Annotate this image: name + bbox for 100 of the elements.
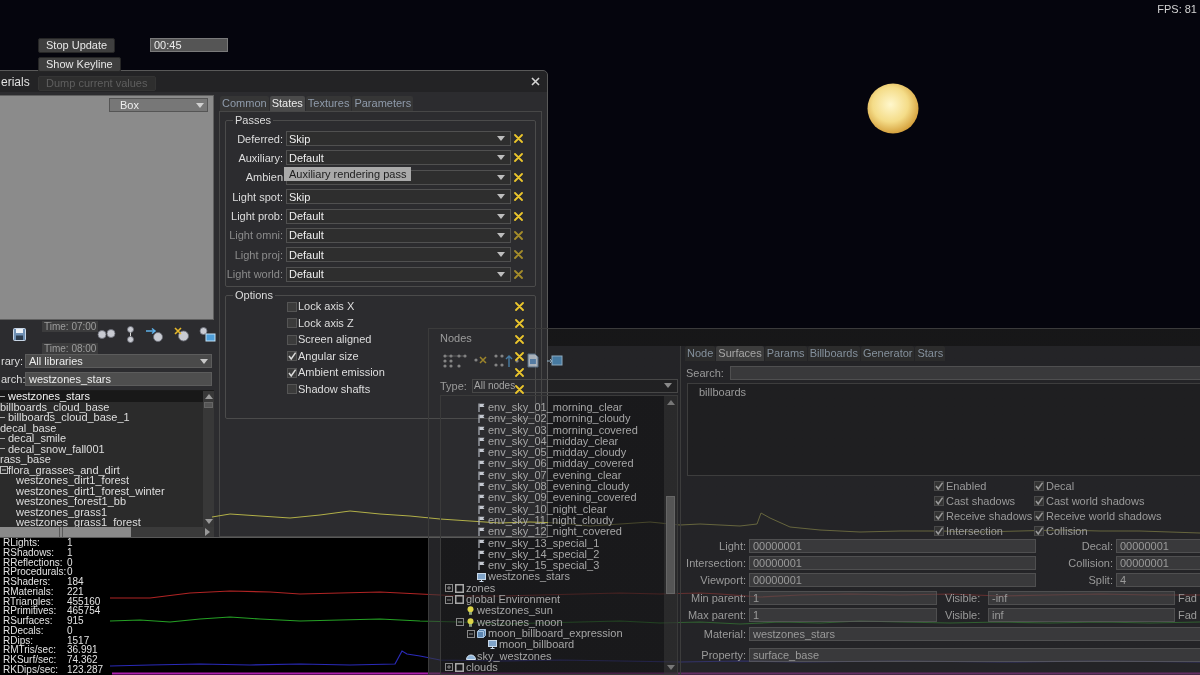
cross-icon[interactable] (514, 192, 523, 202)
tree-item[interactable]: env_sky_06_midday_covered (444, 458, 664, 470)
node-arrows-icon[interactable] (494, 352, 520, 368)
input-field[interactable]: surface_base (749, 648, 1200, 662)
cross-icon[interactable] (515, 335, 524, 345)
tree-item[interactable]: moon_billboard_expression (444, 627, 664, 640)
checkbox-icon[interactable] (1034, 510, 1044, 521)
arrow-down-icon[interactable] (666, 664, 675, 671)
arrow-down-icon[interactable] (204, 518, 213, 525)
shape-dropdown[interactable]: Box (109, 98, 208, 112)
minus-box-icon[interactable] (466, 629, 475, 638)
scrollbar-thumb[interactable] (204, 402, 213, 408)
linked-spheres-icon[interactable] (125, 325, 136, 343)
tree-item[interactable]: rass_base (0, 454, 203, 465)
scrollbar[interactable] (203, 391, 214, 527)
minus-box-icon[interactable] (0, 465, 8, 474)
input-field[interactable]: 00000001 (749, 539, 1036, 553)
tree-item[interactable]: env_sky_13_special_1 (444, 537, 664, 549)
cross-icon[interactable] (514, 250, 523, 260)
scrollbar[interactable] (664, 396, 677, 674)
cross-icon[interactable] (515, 318, 524, 328)
tree-item[interactable]: env_sky_03_morning_covered (444, 424, 664, 436)
input-field[interactable]: 00000001 (1116, 556, 1200, 570)
checkbox[interactable]: Receive shadows (934, 509, 1033, 522)
library-dropdown[interactable]: All libraries (25, 354, 212, 368)
checkbox-icon[interactable] (934, 525, 944, 536)
close-button[interactable] (529, 75, 542, 88)
tree-item[interactable]: env_sky_02_morning_cloudy (444, 413, 664, 425)
tree-item[interactable]: westzones_dirt1_forest_winter (0, 485, 203, 496)
tree-item[interactable]: moon_billboard (444, 639, 664, 651)
checkbox[interactable]: Shadow shafts (287, 383, 371, 395)
checkbox[interactable]: Receive world shadows (1034, 509, 1162, 522)
scrollbar[interactable] (0, 527, 214, 537)
save-icon[interactable] (13, 327, 26, 341)
node-box-icon[interactable] (546, 352, 563, 368)
scrollbar-thumb[interactable] (0, 527, 131, 537)
plus-box-icon[interactable] (444, 663, 453, 672)
checkbox[interactable]: Collision (1034, 524, 1088, 537)
tree-item[interactable]: env_sky_09_evening_covered (444, 492, 664, 504)
time-button[interactable]: Time: 07:00 (42, 321, 99, 332)
tree-item[interactable]: westzones_forest1_bb (0, 496, 203, 507)
input-field[interactable]: 00000001 (749, 573, 1036, 587)
cross-icon[interactable] (514, 269, 523, 279)
tree-item[interactable]: env_sky_11_night_cloudy (444, 514, 664, 527)
tree-item[interactable]: westzones_stars (0, 391, 203, 402)
arrow-up-icon[interactable] (204, 393, 213, 400)
tab[interactable]: Surfaces (716, 346, 764, 361)
cross-icon[interactable] (514, 153, 523, 163)
checkbox-icon[interactable] (934, 480, 944, 491)
cross-icon[interactable] (514, 134, 523, 143)
spheres-icon[interactable] (97, 329, 116, 339)
time-field[interactable]: 00:45 (150, 38, 228, 52)
checkbox-icon[interactable] (934, 495, 944, 506)
tree-item[interactable]: zones (444, 582, 664, 595)
tree-item[interactable]: env_sky_10_night_clear (444, 503, 664, 515)
checkbox-icon[interactable] (287, 367, 297, 378)
checkbox-icon[interactable] (934, 510, 944, 521)
tree-item[interactable]: env_sky_04_midday_clear (444, 435, 664, 448)
input-field[interactable]: -inf (988, 591, 1175, 605)
checkbox[interactable]: Ambient emission (287, 367, 385, 379)
input-field[interactable]: 1 (749, 591, 937, 605)
cross-icon[interactable] (515, 368, 524, 378)
checkbox-icon[interactable] (287, 301, 297, 312)
tab[interactable]: Billboards (807, 346, 860, 361)
tree-item[interactable]: billboards_cloud_base_1 (0, 412, 203, 423)
tab[interactable]: Stars (915, 346, 946, 361)
tree-item[interactable]: env_sky_01_morning_clear (444, 402, 664, 414)
checkbox[interactable]: Angular size (287, 350, 359, 362)
checkbox-icon[interactable] (287, 334, 297, 345)
search-field[interactable]: westzones_stars (25, 372, 212, 386)
node-cross-icon[interactable] (474, 354, 488, 366)
minus-box-icon[interactable] (444, 595, 453, 604)
scrollbar-thumb[interactable] (666, 496, 675, 594)
action-button[interactable]: Stop Update (38, 38, 116, 53)
input-field[interactable]: westzones_stars (749, 627, 1200, 641)
document-icon[interactable] (526, 352, 540, 368)
input-field[interactable]: 00000001 (1116, 539, 1200, 553)
time-button[interactable]: Time: 08:00 (42, 343, 99, 354)
search-field[interactable] (730, 366, 1200, 380)
checkbox[interactable]: Lock axis X (287, 301, 355, 313)
checkbox-icon[interactable] (1034, 495, 1044, 506)
arrow-up-icon[interactable] (666, 399, 675, 406)
tab[interactable]: Generator (860, 346, 915, 361)
sphere-box-icon[interactable] (199, 326, 216, 342)
checkbox[interactable]: Screen aligned (287, 334, 372, 346)
checkbox-icon[interactable] (1034, 525, 1044, 536)
checkbox[interactable]: Decal (1034, 479, 1075, 492)
input-field[interactable]: 4 (1116, 573, 1200, 587)
input-field[interactable]: inf (988, 608, 1175, 622)
dropdown[interactable]: Default (286, 208, 511, 224)
cross-icon[interactable] (514, 230, 523, 240)
tab[interactable]: Node (685, 346, 716, 361)
arrow-sphere-icon[interactable] (145, 326, 165, 342)
tree-item[interactable]: env_sky_07_evening_clear (444, 469, 664, 482)
tree-item[interactable]: clouds (444, 661, 664, 674)
tree-item[interactable]: westzones_dirt1_forest (0, 475, 203, 486)
checkbox[interactable]: Lock axis Z (287, 317, 354, 329)
cross-icon[interactable] (514, 172, 523, 182)
cross-icon[interactable] (515, 351, 524, 361)
tree-item[interactable]: global Environment (444, 594, 664, 606)
